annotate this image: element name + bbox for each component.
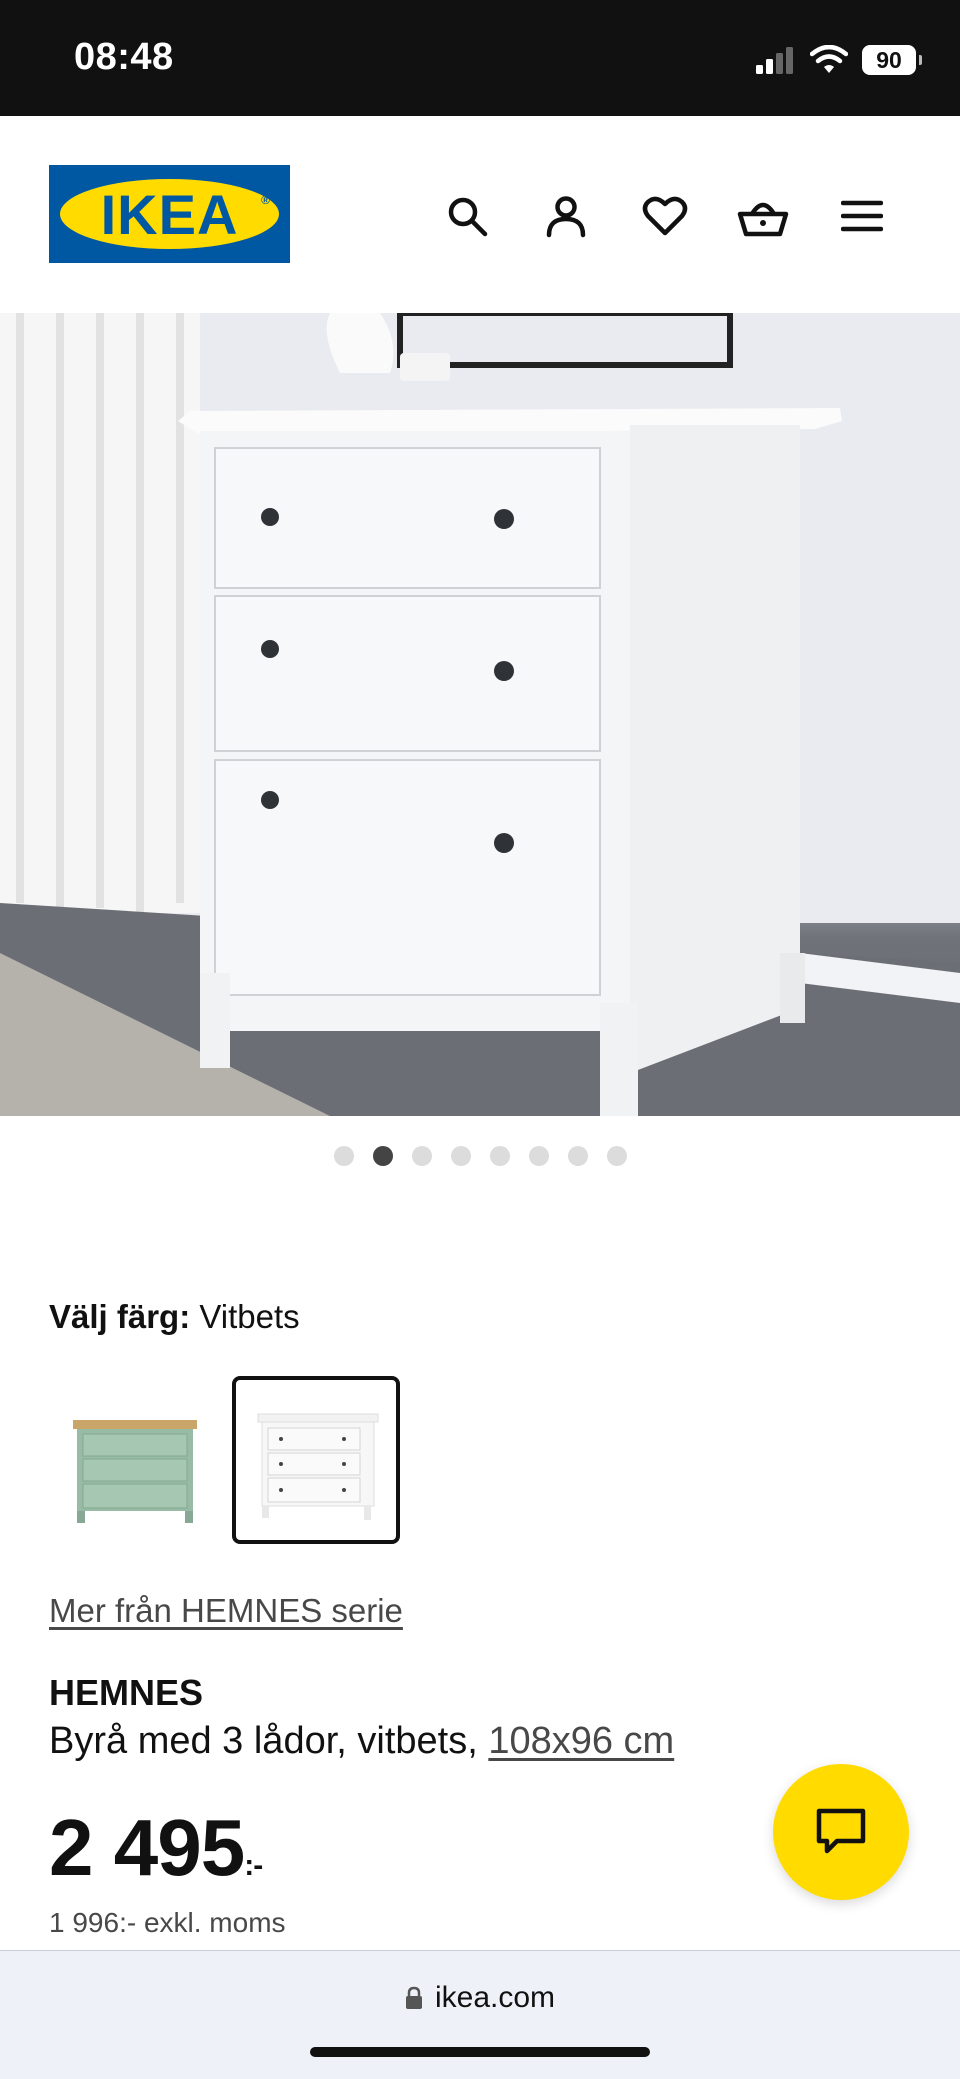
site-header: IKEA ®: [0, 116, 960, 312]
search-button[interactable]: [437, 186, 497, 246]
menu-button[interactable]: [832, 186, 892, 246]
gallery-dot[interactable]: [528, 1146, 549, 1166]
chat-bubble-icon: [816, 1808, 866, 1854]
gallery-dot[interactable]: [411, 1146, 432, 1166]
registered-mark: ®: [261, 193, 270, 207]
status-bar: 08:48 90: [0, 0, 960, 116]
battery-icon: 90: [862, 45, 922, 75]
signal-icon: [756, 47, 793, 74]
heart-icon: [642, 196, 688, 236]
green-dresser-thumbnail: [73, 1420, 197, 1523]
ikea-logo[interactable]: IKEA ®: [49, 165, 290, 263]
dresser-photo: [0, 313, 960, 1116]
address-bar[interactable]: ikea.com: [0, 1981, 960, 2015]
color-selector-label: Välj färg: Vitbets: [49, 1298, 300, 1336]
url-text: ikea.com: [434, 1981, 556, 2014]
product-description: Byrå med 3 lådor, vitbets, 108x96 cm: [49, 1720, 674, 1763]
logo-text: IKEA: [100, 182, 239, 246]
gallery-pagination: [0, 1146, 960, 1166]
status-icons: 90: [754, 40, 922, 80]
wifi-icon: [810, 45, 848, 73]
price-value: 2 495: [49, 1803, 245, 1892]
color-swatch-white-selected[interactable]: [232, 1376, 400, 1544]
product-image[interactable]: [0, 313, 960, 1116]
browser-bottom-bar: ikea.com: [0, 1950, 960, 2079]
gallery-dot-active[interactable]: [372, 1146, 393, 1166]
home-indicator[interactable]: [310, 2047, 650, 2057]
product-description-text: Byrå med 3 lådor, vitbets,: [49, 1720, 478, 1762]
color-label: Välj färg:: [49, 1298, 191, 1335]
chat-button[interactable]: [773, 1764, 909, 1900]
hamburger-menu-icon: [841, 200, 883, 232]
price-suffix: :-: [244, 1849, 263, 1882]
favourites-button[interactable]: [635, 186, 695, 246]
account-button[interactable]: [536, 186, 596, 246]
lock-icon: [405, 1986, 422, 2009]
cart-button[interactable]: [733, 186, 793, 246]
user-icon: [546, 196, 586, 238]
search-icon: [448, 197, 488, 237]
product-price: 2 495:-: [49, 1802, 263, 1894]
gallery-dot[interactable]: [450, 1146, 471, 1166]
color-swatch-green[interactable]: [49, 1376, 217, 1544]
color-value: Vitbets: [199, 1298, 300, 1335]
white-dresser-thumbnail: [257, 1413, 379, 1520]
gallery-dot[interactable]: [606, 1146, 627, 1166]
status-time: 08:48: [74, 36, 174, 78]
series-link[interactable]: Mer från HEMNES serie: [49, 1592, 403, 1630]
gallery-dot[interactable]: [489, 1146, 510, 1166]
price-excl-vat: 1 996:- exkl. moms: [49, 1907, 286, 1938]
product-size-link[interactable]: 108x96 cm: [488, 1720, 674, 1762]
gallery-dot[interactable]: [567, 1146, 588, 1166]
gallery-dot[interactable]: [333, 1146, 354, 1166]
product-name: HEMNES: [49, 1672, 204, 1713]
shopping-basket-icon: [737, 202, 789, 237]
